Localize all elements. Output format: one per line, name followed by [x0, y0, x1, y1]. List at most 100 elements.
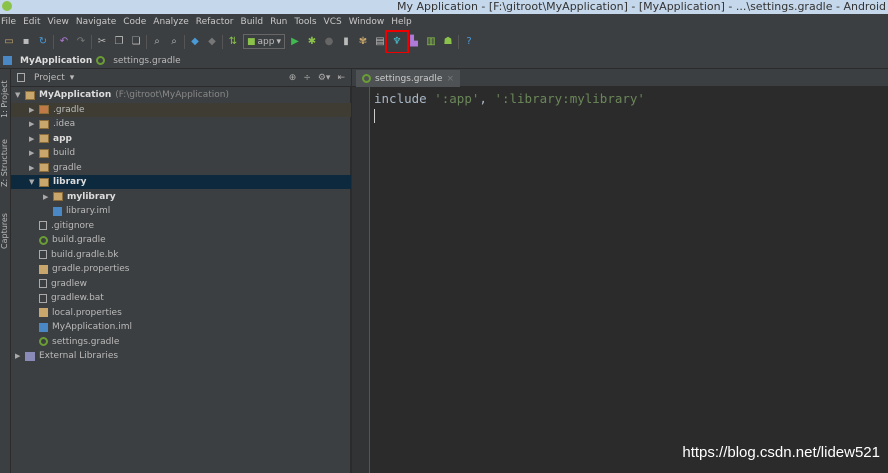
hide-icon[interactable]: ⇤ — [337, 73, 345, 83]
help-icon[interactable]: ? — [462, 35, 476, 49]
menu-vcs[interactable]: VCS — [324, 17, 342, 27]
iml-icon — [39, 322, 48, 332]
run-configuration-dropdown[interactable]: ■ app ▾ — [243, 34, 285, 49]
open-icon[interactable]: ▭ — [2, 35, 16, 49]
code-editor[interactable]: include ':app', ':library:mylibrary' — [371, 87, 888, 473]
tab-project[interactable]: 1: Project — [0, 73, 11, 125]
chevron-down-icon[interactable]: ▾ — [70, 73, 75, 83]
paste-icon[interactable]: ❏ — [129, 35, 143, 49]
menu-edit[interactable]: Edit — [23, 17, 40, 27]
menu-tools[interactable]: Tools — [294, 17, 316, 27]
tree-item[interactable]: ▶ .idea — [11, 117, 351, 131]
tree-item[interactable]: ▶ External Libraries — [11, 349, 351, 363]
redo-icon[interactable]: ↷ — [74, 35, 88, 49]
android-device-monitor-icon[interactable]: ▥ — [424, 35, 438, 49]
tree-item[interactable]: library.iml — [11, 204, 351, 218]
tab-settings-gradle[interactable]: settings.gradle × — [356, 70, 460, 87]
tree-item[interactable]: gradlew.bat — [11, 291, 351, 305]
menu-build[interactable]: Build — [241, 17, 264, 27]
menu-file[interactable]: File — [1, 17, 16, 27]
folder-icon — [39, 119, 49, 129]
tab-captures[interactable]: Captures — [0, 205, 11, 257]
tree-item[interactable]: local.properties — [11, 306, 351, 320]
make-project-icon[interactable]: ⇅ — [226, 35, 240, 49]
copy-icon[interactable]: ❐ — [112, 35, 126, 49]
menu-refactor[interactable]: Refactor — [196, 17, 234, 27]
menu-run[interactable]: Run — [270, 17, 287, 27]
file-icon — [39, 250, 47, 259]
collapsed-arrow-icon[interactable]: ▶ — [29, 149, 39, 157]
tree-item-label: build.gradle — [52, 235, 106, 245]
project-structure-icon[interactable]: ✾ — [356, 35, 370, 49]
collapsed-arrow-icon[interactable]: ▶ — [29, 135, 39, 143]
tree-item[interactable]: ▼ MyApplication (F:\gitroot\MyApplication) — [11, 88, 351, 102]
tree-item-label: library — [53, 177, 87, 187]
replace-icon[interactable]: ⌕ — [167, 35, 181, 49]
collapsed-arrow-icon[interactable]: ▶ — [15, 352, 25, 360]
breadcrumb-project[interactable]: MyApplication — [20, 56, 92, 66]
expanded-arrow-icon[interactable]: ▼ — [15, 91, 25, 99]
collapsed-arrow-icon[interactable]: ▶ — [29, 106, 39, 114]
tree-item[interactable]: ▶ gradle — [11, 161, 351, 175]
cut-icon[interactable]: ✂ — [95, 35, 109, 49]
sdk-manager-icon[interactable]: ♆ — [385, 29, 409, 54]
breadcrumb-file[interactable]: settings.gradle — [113, 56, 180, 66]
gradle-icon — [96, 56, 106, 65]
folder-orange-icon — [39, 105, 49, 114]
menu-view[interactable]: View — [48, 17, 69, 27]
tree-item[interactable]: gradle.properties — [11, 262, 351, 276]
tree-item[interactable]: ▶ app — [11, 132, 351, 146]
title-bar: My Application - [F:\gitroot\MyApplicati… — [0, 0, 888, 14]
menu-navigate[interactable]: Navigate — [76, 17, 116, 27]
sync-gradle-icon[interactable]: ▤ — [373, 35, 387, 49]
separator — [53, 34, 54, 49]
collapsed-arrow-icon[interactable]: ▶ — [43, 193, 53, 201]
settings-gear-icon[interactable]: ⚙▾ — [318, 73, 331, 83]
props-icon — [39, 264, 48, 274]
debug-icon[interactable]: ✱ — [305, 35, 319, 49]
forward-icon[interactable]: ◆ — [205, 35, 219, 49]
expanded-arrow-icon[interactable]: ▼ — [29, 178, 39, 186]
tree-item[interactable]: settings.gradle — [11, 335, 351, 349]
tree-item[interactable]: gradlew — [11, 277, 351, 291]
stop-icon[interactable]: ● — [322, 35, 336, 49]
tree-item[interactable]: .gitignore — [11, 219, 351, 233]
scroll-from-source-icon[interactable]: ⊕ — [289, 73, 297, 83]
tree-item-label: gradle.properties — [52, 264, 130, 274]
project-view-selector[interactable]: Project — [34, 73, 65, 83]
avd-manager-icon[interactable]: ▙ — [407, 35, 421, 49]
tree-item-label: gradle — [53, 162, 82, 173]
menu-help[interactable]: Help — [391, 17, 412, 27]
menu-analyze[interactable]: Analyze — [153, 17, 188, 27]
sync-icon[interactable]: ↻ — [36, 35, 50, 49]
tree-item[interactable]: ▶ mylibrary — [11, 190, 351, 204]
back-icon[interactable]: ◆ — [188, 35, 202, 49]
editor-gutter — [352, 87, 370, 473]
folder-icon — [39, 148, 49, 158]
breadcrumb: MyApplication settings.gradle — [0, 53, 888, 69]
save-icon[interactable]: ▪ — [19, 35, 33, 49]
toolbar: ▭ ▪ ↻ ↶ ↷ ✂ ❐ ❏ ⌕ ⌕ ◆ ◆ ⇅ ■ app ▾ ▶ ✱ ● ▮ … — [0, 29, 888, 54]
run-icon[interactable]: ▶ — [288, 35, 302, 49]
collapse-all-icon[interactable]: ÷ — [303, 73, 311, 83]
collapsed-arrow-icon[interactable]: ▶ — [29, 120, 39, 128]
tree-item[interactable]: MyApplication.iml — [11, 320, 351, 334]
android-icon[interactable]: ☗ — [441, 35, 455, 49]
tree-item[interactable]: build.gradle — [11, 233, 351, 247]
find-icon[interactable]: ⌕ — [150, 35, 164, 49]
tree-item[interactable]: ▼ library — [11, 175, 351, 189]
tree-item[interactable]: ▶ build — [11, 146, 351, 160]
menu-code[interactable]: Code — [123, 17, 146, 27]
undo-icon[interactable]: ↶ — [57, 35, 71, 49]
code-line — [371, 107, 888, 123]
tab-structure[interactable]: Z: Structure — [0, 135, 11, 191]
module-icon — [39, 134, 49, 143]
window-title: My Application - [F:\gitroot\MyApplicati… — [396, 0, 886, 13]
collapsed-arrow-icon[interactable]: ▶ — [29, 164, 39, 172]
attach-debugger-icon[interactable]: ▮ — [339, 35, 353, 49]
close-icon[interactable]: × — [446, 74, 454, 84]
tree-item[interactable]: ▶ .gradle — [11, 102, 351, 117]
file-icon — [39, 279, 47, 288]
menu-window[interactable]: Window — [349, 17, 385, 27]
tree-item[interactable]: build.gradle.bk — [11, 248, 351, 262]
